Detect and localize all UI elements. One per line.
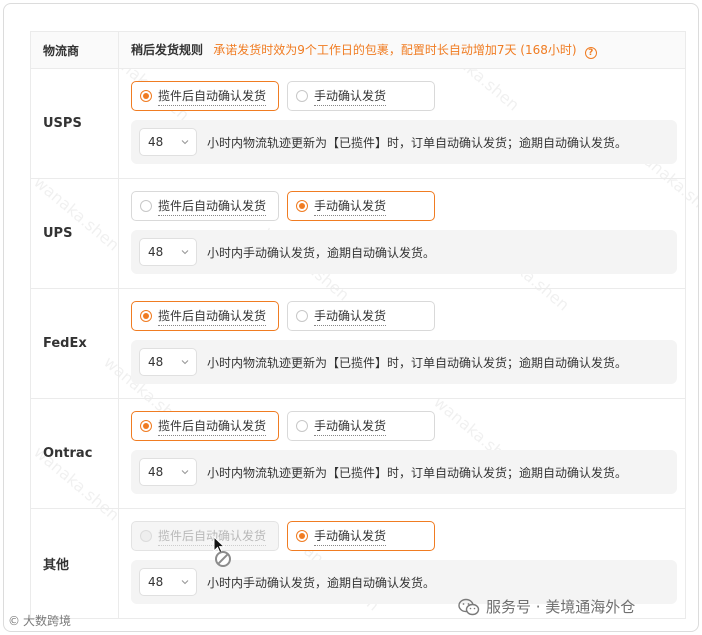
hours-select[interactable]: 48 bbox=[139, 128, 197, 156]
auto-confirm-after-pickup-radio[interactable]: 揽件后自动确认发货 bbox=[131, 81, 279, 111]
radio-dot-icon bbox=[296, 530, 308, 542]
chevron-down-icon bbox=[181, 470, 189, 475]
hours-select[interactable]: 48 bbox=[139, 348, 197, 376]
timeout-description: 小时内手动确认发货，逾期自动确认发货。 bbox=[207, 245, 436, 260]
confirm-mode-radio-group: 揽件后自动确认发货 手动确认发货 bbox=[131, 81, 673, 111]
source-watermark-left: © 大数跨境 bbox=[8, 612, 71, 629]
table-row: Ontrac 揽件后自动确认发货 手动确认发货 48 小时内物流轨迹更新为【已揽… bbox=[30, 398, 686, 509]
hours-select[interactable]: 48 bbox=[139, 458, 197, 486]
chevron-down-icon bbox=[181, 360, 189, 365]
timeout-config: 48 小时内物流轨迹更新为【已揽件】时，订单自动确认发货；逾期自动确认发货。 bbox=[131, 340, 677, 384]
radio-dot-icon bbox=[140, 200, 152, 212]
manual-confirm-radio[interactable]: 手动确认发货 bbox=[287, 521, 435, 551]
table-header-row: 物流商 稍后发货规则 承诺发货时效为9个工作日的包裹，配置时长自动增加7天 (1… bbox=[30, 31, 686, 69]
rule-column-header: 稍后发货规则 承诺发货时效为9个工作日的包裹，配置时长自动增加7天 (168小时… bbox=[118, 31, 686, 69]
confirm-mode-radio-group: 揽件后自动确认发货 手动确认发货 bbox=[131, 191, 673, 221]
hours-value: 48 bbox=[148, 465, 164, 479]
timeout-description: 小时内物流轨迹更新为【已揽件】时，订单自动确认发货；逾期自动确认发货。 bbox=[207, 355, 628, 370]
auto-confirm-after-pickup-radio[interactable]: 揽件后自动确认发货 bbox=[131, 191, 279, 221]
carrier-name: USPS bbox=[30, 68, 119, 179]
source-watermark-right: 服务号 · 美境通海外仓 bbox=[458, 596, 635, 617]
carrier-name: 其他 bbox=[30, 508, 119, 619]
radio-label: 手动确认发货 bbox=[314, 87, 387, 106]
confirm-mode-radio-group: 揽件后自动确认发货 手动确认发货 bbox=[131, 301, 673, 331]
rule-cell: 揽件后自动确认发货 手动确认发货 48 小时内物流轨迹更新为【已揽件】时，订单自… bbox=[118, 68, 686, 179]
auto-confirm-after-pickup-radio[interactable]: 揽件后自动确认发货 bbox=[131, 411, 279, 441]
hours-select[interactable]: 48 bbox=[139, 238, 197, 266]
carrier-name: UPS bbox=[30, 178, 119, 289]
radio-label: 手动确认发货 bbox=[314, 197, 387, 216]
carrier-name: FedEx bbox=[30, 288, 119, 399]
brand-logo-icon: © bbox=[8, 613, 20, 628]
chevron-down-icon bbox=[181, 140, 189, 145]
hours-select[interactable]: 48 bbox=[139, 568, 197, 596]
radio-label: 手动确认发货 bbox=[314, 307, 387, 326]
timeout-description: 小时内手动确认发货，逾期自动确认发货。 bbox=[207, 575, 436, 590]
hours-value: 48 bbox=[148, 355, 164, 369]
chevron-down-icon bbox=[181, 580, 189, 585]
shipping-rules-table: 物流商 稍后发货规则 承诺发货时效为9个工作日的包裹，配置时长自动增加7天 (1… bbox=[30, 31, 686, 619]
radio-dot-icon bbox=[296, 310, 308, 322]
timeout-config: 48 小时内物流轨迹更新为【已揽件】时，订单自动确认发货；逾期自动确认发货。 bbox=[131, 120, 677, 164]
radio-dot-icon bbox=[296, 420, 308, 432]
auto-confirm-after-pickup-radio: 揽件后自动确认发货 bbox=[131, 521, 279, 551]
timeout-description: 小时内物流轨迹更新为【已揽件】时，订单自动确认发货；逾期自动确认发货。 bbox=[207, 135, 628, 150]
manual-confirm-radio[interactable]: 手动确认发货 bbox=[287, 411, 435, 441]
manual-confirm-radio[interactable]: 手动确认发货 bbox=[287, 81, 435, 111]
table-row: UPS 揽件后自动确认发货 手动确认发货 48 小时内手动确认发货，逾期自动确认… bbox=[30, 178, 686, 289]
confirm-mode-radio-group: 揽件后自动确认发货 手动确认发货 bbox=[131, 411, 673, 441]
radio-dot-icon bbox=[296, 90, 308, 102]
manual-confirm-radio[interactable]: 手动确认发货 bbox=[287, 191, 435, 221]
timeout-config: 48 小时内手动确认发货，逾期自动确认发货。 bbox=[131, 230, 677, 274]
carrier-column-header: 物流商 bbox=[30, 31, 119, 69]
rule-cell: 揽件后自动确认发货 手动确认发货 48 小时内手动确认发货，逾期自动确认发货。 bbox=[118, 178, 686, 289]
radio-dot-icon bbox=[140, 530, 152, 542]
carrier-name: Ontrac bbox=[30, 398, 119, 509]
hours-value: 48 bbox=[148, 575, 164, 589]
radio-label: 揽件后自动确认发货 bbox=[158, 197, 267, 216]
table-row: FedEx 揽件后自动确认发货 手动确认发货 48 小时内物流轨迹更新为【已揽件… bbox=[30, 288, 686, 399]
timeout-description: 小时内物流轨迹更新为【已揽件】时，订单自动确认发货；逾期自动确认发货。 bbox=[207, 465, 628, 480]
hours-value: 48 bbox=[148, 135, 164, 149]
rule-hint-text: 承诺发货时效为9个工作日的包裹，配置时长自动增加7天 (168小时) bbox=[213, 43, 577, 57]
chevron-down-icon bbox=[181, 250, 189, 255]
radio-label: 揽件后自动确认发货 bbox=[158, 87, 267, 106]
radio-dot-icon bbox=[140, 310, 152, 322]
radio-label: 手动确认发货 bbox=[314, 527, 387, 546]
brand-left-text: 大数跨境 bbox=[23, 614, 72, 628]
auto-confirm-after-pickup-radio[interactable]: 揽件后自动确认发货 bbox=[131, 301, 279, 331]
rule-column-title: 稍后发货规则 bbox=[131, 43, 204, 57]
wechat-icon bbox=[458, 598, 480, 615]
question-circle-icon[interactable]: ? bbox=[584, 47, 597, 59]
radio-dot-icon bbox=[296, 200, 308, 212]
table-row: USPS 揽件后自动确认发货 手动确认发货 48 小时内物流轨迹更新为【已揽件】… bbox=[30, 68, 686, 179]
manual-confirm-radio[interactable]: 手动确认发货 bbox=[287, 301, 435, 331]
radio-dot-icon bbox=[140, 90, 152, 102]
radio-dot-icon bbox=[140, 420, 152, 432]
radio-label: 揽件后自动确认发货 bbox=[158, 417, 267, 436]
rule-cell: 揽件后自动确认发货 手动确认发货 48 小时内物流轨迹更新为【已揽件】时，订单自… bbox=[118, 398, 686, 509]
rule-cell: 揽件后自动确认发货 手动确认发货 48 小时内物流轨迹更新为【已揽件】时，订单自… bbox=[118, 288, 686, 399]
settings-panel: wanaka.shen wanaka.shen wanaka.shen wana… bbox=[3, 3, 699, 632]
brand-right-text: 服务号 · 美境通海外仓 bbox=[486, 598, 636, 616]
timeout-config: 48 小时内物流轨迹更新为【已揽件】时，订单自动确认发货；逾期自动确认发货。 bbox=[131, 450, 677, 494]
radio-label: 手动确认发货 bbox=[314, 417, 387, 436]
hours-value: 48 bbox=[148, 245, 164, 259]
radio-label: 揽件后自动确认发货 bbox=[158, 307, 267, 326]
mouse-cursor-not-allowed-icon bbox=[213, 536, 231, 567]
